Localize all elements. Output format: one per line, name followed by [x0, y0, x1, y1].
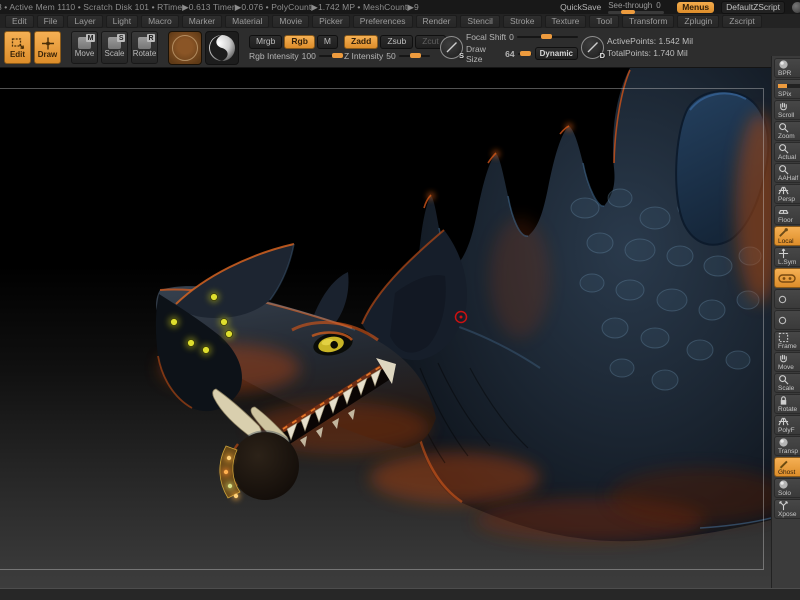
- shelf-item-solo[interactable]: Solo: [774, 478, 800, 498]
- sculpt-canvas[interactable]: [0, 68, 771, 588]
- shelf-item-bpr[interactable]: BPR: [774, 58, 800, 78]
- draw-size-slider[interactable]: Draw Size 64 Dynamic: [466, 44, 578, 64]
- menu-bar: EditFileLayer LightMacroMarkerMaterialMov…: [0, 14, 800, 28]
- menu-item-light[interactable]: Light: [106, 15, 138, 28]
- menu-item-macro[interactable]: Macro: [141, 15, 179, 28]
- current-material-preview[interactable]: [205, 31, 239, 65]
- shelf-item-persp[interactable]: Persp: [774, 184, 800, 204]
- menu-item-render[interactable]: Render: [416, 15, 458, 28]
- right-shelf: BPR SPix Scroll Zoom Actual AAHalf Persp…: [771, 56, 800, 600]
- scale-icon: S: [108, 37, 121, 49]
- rgb-intensity-handle[interactable]: [332, 53, 343, 58]
- shelf-item-scale[interactable]: Scale: [774, 373, 800, 393]
- see-through-slider[interactable]: See-through 0: [608, 1, 670, 14]
- shelf-item-xpose[interactable]: Xpose: [774, 499, 800, 519]
- scale-label: Scale: [104, 50, 124, 58]
- shelf-item-spix[interactable]: SPix: [774, 79, 800, 99]
- menu-item-stroke[interactable]: Stroke: [503, 15, 542, 28]
- menu-item-zplugin[interactable]: Zplugin: [677, 15, 719, 28]
- total-points-text: TotalPoints: 1.740 Mil: [607, 49, 693, 58]
- dynamic-button[interactable]: Dynamic: [535, 47, 578, 60]
- stroke-curve-button[interactable]: S: [440, 36, 463, 59]
- shelf-item-zoom[interactable]: Zoom: [774, 121, 800, 141]
- shelf-item-l-sym[interactable]: L.Sym: [774, 247, 800, 267]
- zsub-button[interactable]: Zsub: [380, 35, 413, 49]
- edit-label: Edit: [10, 51, 25, 59]
- move-label: Move: [75, 50, 95, 58]
- shelf-item-aahalf[interactable]: AAHalf: [774, 163, 800, 183]
- focal-shift-handle[interactable]: [541, 34, 552, 39]
- material-sphere-icon: [207, 33, 237, 63]
- focal-shift-slider[interactable]: Focal Shift 0: [466, 32, 578, 42]
- title-bar-right: QuickSave See-through 0 Menus DefaultZSc…: [560, 0, 798, 14]
- pen-icon: [445, 41, 458, 54]
- menu-item-picker[interactable]: Picker: [312, 15, 350, 28]
- z-intensity-handle[interactable]: [410, 53, 421, 58]
- shelf-item-transp[interactable]: Transp: [774, 436, 800, 456]
- memory-stats-text: 8 • Active Mem 1110 • Scratch Disk 101 •…: [0, 2, 419, 13]
- menu-item-file[interactable]: File: [37, 15, 65, 28]
- draw-crosshair-icon: [41, 37, 55, 50]
- shelf-item-rotate[interactable]: Rotate: [774, 394, 800, 414]
- shelf-item-dot[interactable]: [774, 310, 800, 330]
- shelf-item-local[interactable]: Local: [774, 226, 800, 246]
- pen-icon: [586, 41, 599, 54]
- z-intensity-slider[interactable]: Z Intensity 50: [344, 51, 430, 61]
- top-shelf-toolbar: Edit Draw M Move S Scale R Rotate: [0, 28, 800, 68]
- menu-item-preferences[interactable]: Preferences: [353, 15, 413, 28]
- shelf-item-actual[interactable]: Actual: [774, 142, 800, 162]
- see-through-label: See-through: [608, 1, 652, 10]
- rgb-intensity-slider[interactable]: Rgb Intensity 100: [249, 51, 341, 61]
- draw-mode-button[interactable]: Draw: [34, 31, 61, 64]
- menus-button[interactable]: Menus: [677, 2, 714, 13]
- shelf-item-frame[interactable]: Frame: [774, 331, 800, 351]
- shelf-item-scroll[interactable]: Scroll: [774, 100, 800, 120]
- current-brush-preview[interactable]: [168, 31, 202, 65]
- mrgb-button[interactable]: Mrgb: [249, 35, 282, 49]
- see-through-value: 0: [656, 1, 660, 10]
- rgb-group: Mrgb Rgb M Rgb Intensity 100: [249, 31, 341, 65]
- menu-item-marker[interactable]: Marker: [182, 15, 222, 28]
- menu-item-material[interactable]: Material: [225, 15, 269, 28]
- menu-item-edit[interactable]: Edit: [5, 15, 34, 28]
- shelf-item-dot[interactable]: [774, 289, 800, 309]
- menu-item-movie[interactable]: Movie: [272, 15, 309, 28]
- focal-draw-group: Focal Shift 0 Draw Size 64 Dynamic: [466, 31, 578, 65]
- shelf-item-polyf[interactable]: PolyF: [774, 415, 800, 435]
- points-readout: ActivePoints: 1.542 Mil TotalPoints: 1.7…: [607, 37, 693, 58]
- menu-item-stencil[interactable]: Stencil: [460, 15, 500, 28]
- rotate-icon: R: [138, 37, 151, 49]
- shelf-item-ghost[interactable]: Ghost: [774, 457, 800, 477]
- edit-icon: [11, 37, 25, 50]
- zbrush-window: 8 • Active Mem 1110 • Scratch Disk 101 •…: [0, 0, 800, 600]
- shelf-item-floor[interactable]: Floor: [774, 205, 800, 225]
- move-icon: M: [78, 37, 91, 49]
- rotate-label: Rotate: [133, 50, 157, 58]
- active-points-text: ActivePoints: 1.542 Mil: [607, 37, 693, 46]
- z-group: Zadd Zsub Zcut Z Intensity 50: [344, 31, 430, 65]
- draw-label: Draw: [38, 51, 58, 59]
- menu-item-zscript[interactable]: Zscript: [722, 15, 762, 28]
- shelf-item-move[interactable]: Move: [774, 352, 800, 372]
- quicksave-button[interactable]: QuickSave: [560, 2, 601, 12]
- m-button[interactable]: M: [317, 35, 338, 49]
- menu-item-tool[interactable]: Tool: [589, 15, 619, 28]
- depth-curve-button[interactable]: D: [581, 36, 604, 59]
- edit-mode-button[interactable]: Edit: [4, 31, 31, 64]
- scale-mode-button[interactable]: S Scale: [101, 31, 128, 64]
- bottom-edge-strip: [0, 588, 800, 600]
- rgb-button[interactable]: Rgb: [284, 35, 315, 49]
- rotate-mode-button[interactable]: R Rotate: [131, 31, 158, 64]
- zadd-button[interactable]: Zadd: [344, 35, 378, 49]
- menu-item-layer[interactable]: Layer: [67, 15, 102, 28]
- menu-item-transform[interactable]: Transform: [622, 15, 674, 28]
- creature-render: [0, 68, 771, 588]
- volume-icon[interactable]: [792, 2, 800, 13]
- menu-item-texture[interactable]: Texture: [545, 15, 587, 28]
- shelf-item-capsule[interactable]: [774, 268, 800, 288]
- move-mode-button[interactable]: M Move: [71, 31, 98, 64]
- default-zscript-button[interactable]: DefaultZScript: [721, 1, 785, 14]
- draw-size-handle[interactable]: [520, 51, 531, 56]
- title-bar: 8 • Active Mem 1110 • Scratch Disk 101 •…: [0, 0, 800, 14]
